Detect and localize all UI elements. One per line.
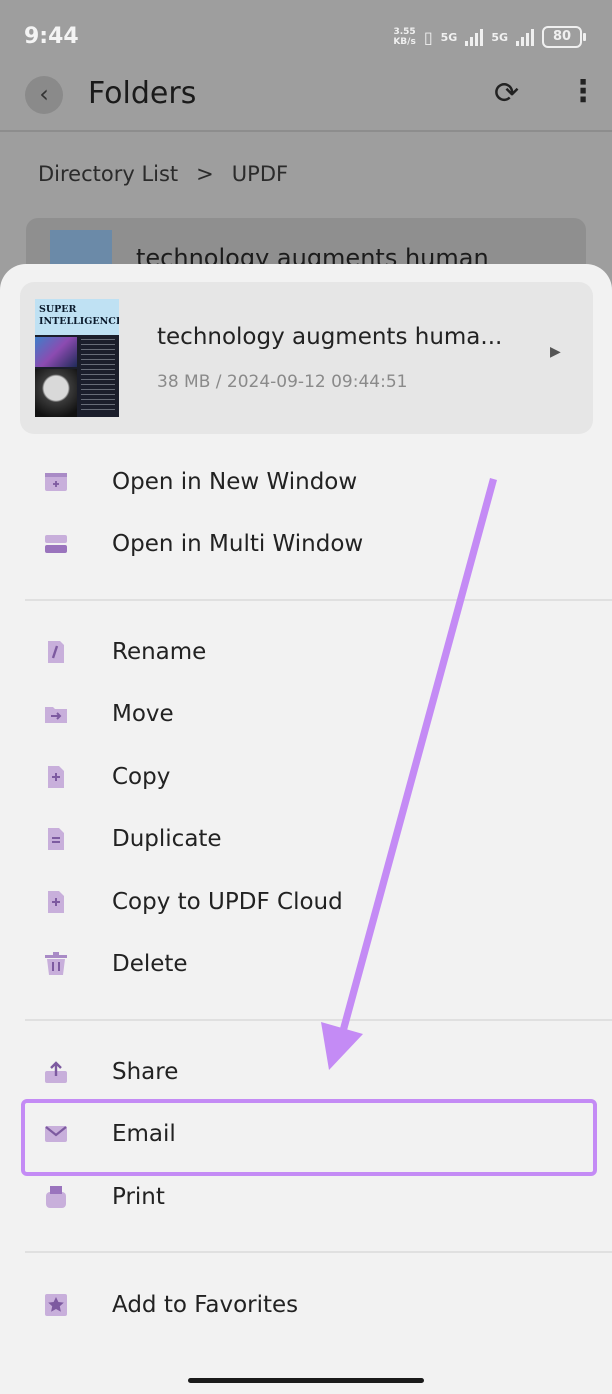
home-indicator[interactable] <box>188 1378 424 1383</box>
annotation-arrow-icon <box>321 478 497 1070</box>
